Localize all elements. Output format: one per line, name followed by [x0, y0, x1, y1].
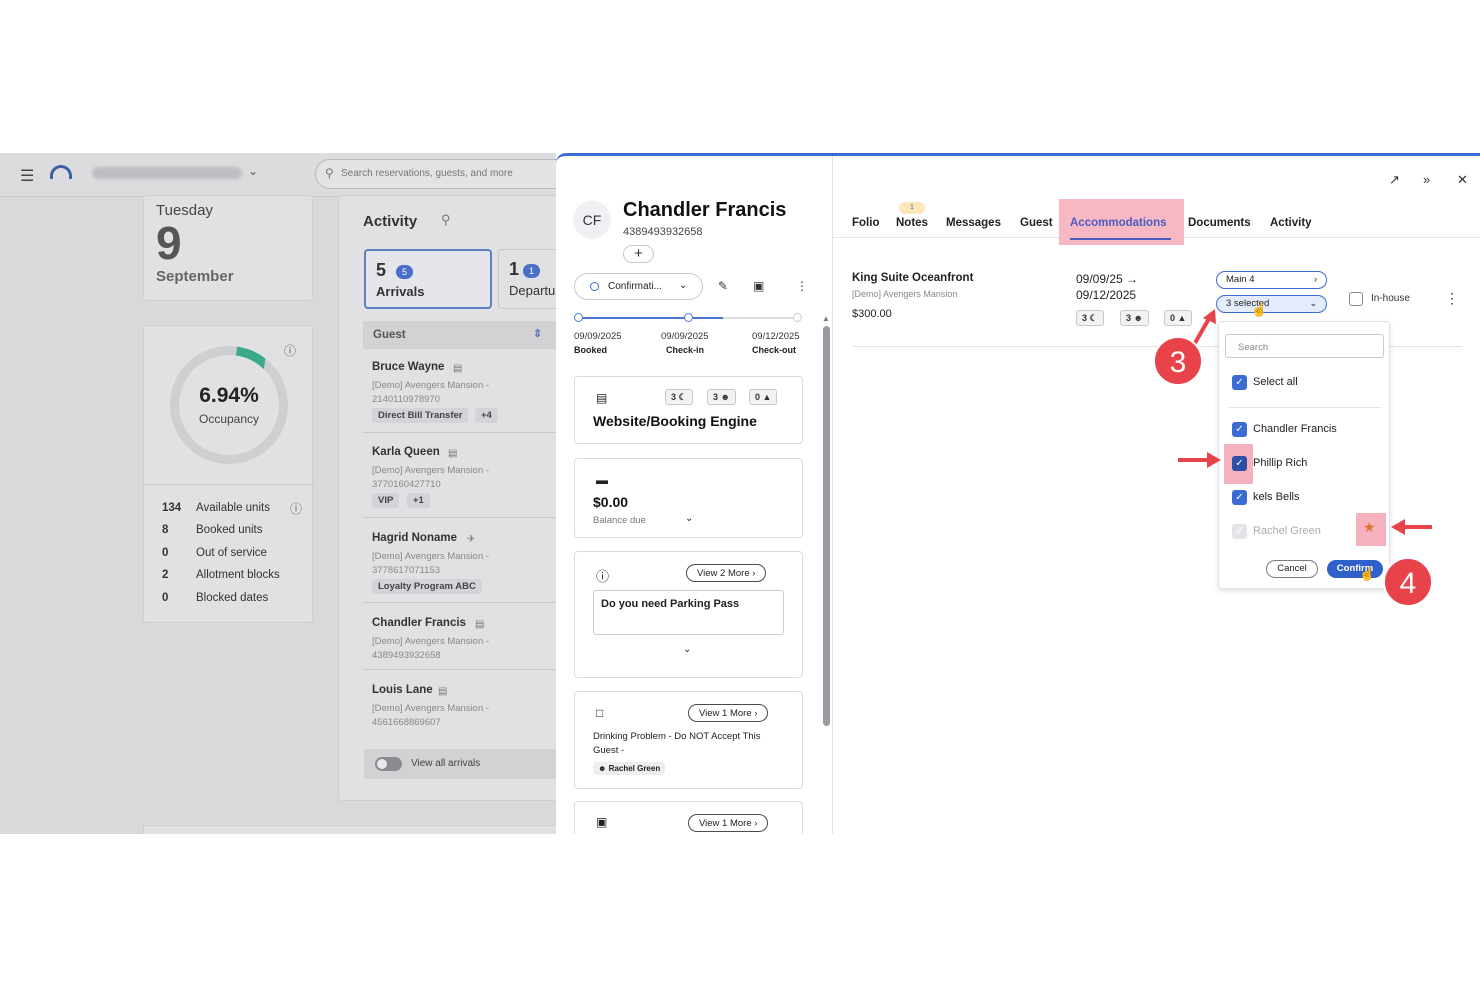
annotation-arrows — [1178, 309, 1432, 535]
step-3-marker: 3 — [1153, 336, 1203, 386]
app-screenshot: ☰ ⌄ ⚲ Search reservations, guests, and m… — [0, 153, 1480, 834]
arrow-to-star — [1391, 519, 1432, 535]
arrow-to-selector — [1193, 309, 1216, 344]
step-4-marker: 4 — [1383, 557, 1433, 607]
arrow-to-phillip — [1178, 452, 1221, 468]
